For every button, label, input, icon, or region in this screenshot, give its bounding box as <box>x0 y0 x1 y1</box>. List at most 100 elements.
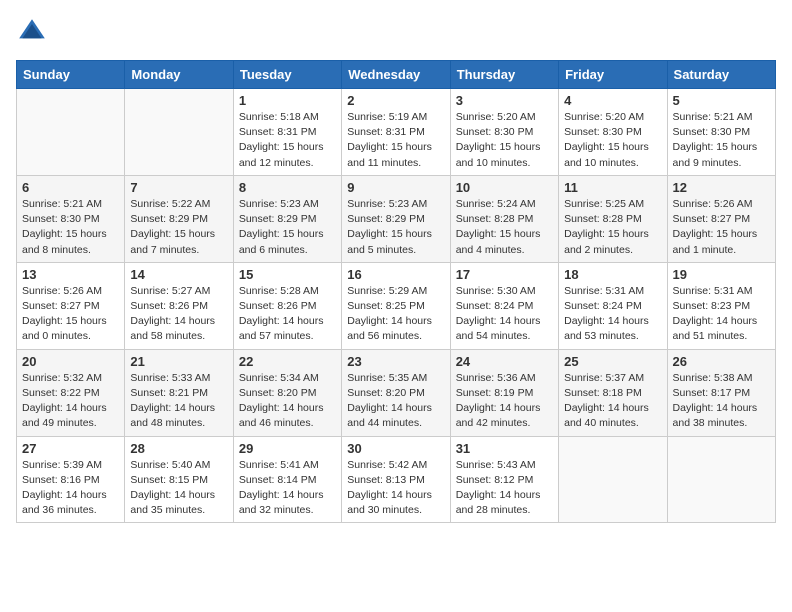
calendar-cell: 24 Sunrise: 5:36 AM Sunset: 8:19 PM Dayli… <box>450 349 558 436</box>
day-info: Sunrise: 5:29 AM Sunset: 8:25 PM Dayligh… <box>347 284 444 345</box>
calendar-cell: 15 Sunrise: 5:28 AM Sunset: 8:26 PM Dayli… <box>233 262 341 349</box>
header <box>16 16 776 48</box>
day-info: Sunrise: 5:26 AM Sunset: 8:27 PM Dayligh… <box>22 284 119 345</box>
day-info: Sunrise: 5:34 AM Sunset: 8:20 PM Dayligh… <box>239 371 336 432</box>
day-number: 20 <box>22 354 119 369</box>
calendar-cell: 7 Sunrise: 5:22 AM Sunset: 8:29 PM Daylig… <box>125 175 233 262</box>
day-number: 9 <box>347 180 444 195</box>
calendar-cell: 10 Sunrise: 5:24 AM Sunset: 8:28 PM Dayli… <box>450 175 558 262</box>
calendar-cell: 17Sunrise: 5:30 AM Sunset: 8:24 PM Dayli… <box>450 262 558 349</box>
calendar-cell <box>667 436 775 523</box>
calendar-cell: 6 Sunrise: 5:21 AM Sunset: 8:30 PM Daylig… <box>17 175 125 262</box>
calendar-cell: 1Sunrise: 5:18 AM Sunset: 8:31 PM Daylig… <box>233 89 341 176</box>
day-number: 10 <box>456 180 553 195</box>
calendar-header-sunday: Sunday <box>17 61 125 89</box>
day-number: 7 <box>130 180 227 195</box>
calendar-cell: 18 Sunrise: 5:31 AM Sunset: 8:24 PM Dayli… <box>559 262 667 349</box>
day-info: Sunrise: 5:37 AM Sunset: 8:18 PM Dayligh… <box>564 371 661 432</box>
calendar-cell: 27Sunrise: 5:39 AM Sunset: 8:16 PM Dayli… <box>17 436 125 523</box>
day-number: 16 <box>347 267 444 282</box>
day-number: 8 <box>239 180 336 195</box>
day-number: 2 <box>347 93 444 108</box>
day-info: Sunrise: 5:38 AM Sunset: 8:17 PM Dayligh… <box>673 371 770 432</box>
calendar-cell: 4 Sunrise: 5:20 AM Sunset: 8:30 PM Daylig… <box>559 89 667 176</box>
calendar-cell: 30 Sunrise: 5:42 AM Sunset: 8:13 PM Dayli… <box>342 436 450 523</box>
calendar-header-row: SundayMondayTuesdayWednesdayThursdayFrid… <box>17 61 776 89</box>
calendar-cell: 9 Sunrise: 5:23 AM Sunset: 8:29 PM Daylig… <box>342 175 450 262</box>
calendar-cell: 22 Sunrise: 5:34 AM Sunset: 8:20 PM Dayli… <box>233 349 341 436</box>
calendar-cell: 21 Sunrise: 5:33 AM Sunset: 8:21 PM Dayli… <box>125 349 233 436</box>
calendar-cell: 19 Sunrise: 5:31 AM Sunset: 8:23 PM Dayli… <box>667 262 775 349</box>
day-info: Sunrise: 5:28 AM Sunset: 8:26 PM Dayligh… <box>239 284 336 345</box>
calendar-cell: 11 Sunrise: 5:25 AM Sunset: 8:28 PM Dayli… <box>559 175 667 262</box>
calendar-cell: 28Sunrise: 5:40 AM Sunset: 8:15 PM Dayli… <box>125 436 233 523</box>
day-info: Sunrise: 5:20 AM Sunset: 8:30 PM Dayligh… <box>456 110 553 171</box>
day-number: 12 <box>673 180 770 195</box>
calendar-week-2: 6 Sunrise: 5:21 AM Sunset: 8:30 PM Daylig… <box>17 175 776 262</box>
day-number: 24 <box>456 354 553 369</box>
day-info: Sunrise: 5:27 AM Sunset: 8:26 PM Dayligh… <box>130 284 227 345</box>
day-info: Sunrise: 5:43 AM Sunset: 8:12 PM Dayligh… <box>456 458 553 519</box>
calendar-cell: 25 Sunrise: 5:37 AM Sunset: 8:18 PM Dayli… <box>559 349 667 436</box>
day-info: Sunrise: 5:19 AM Sunset: 8:31 PM Dayligh… <box>347 110 444 171</box>
calendar-cell: 14 Sunrise: 5:27 AM Sunset: 8:26 PM Dayli… <box>125 262 233 349</box>
day-info: Sunrise: 5:36 AM Sunset: 8:19 PM Dayligh… <box>456 371 553 432</box>
day-info: Sunrise: 5:25 AM Sunset: 8:28 PM Dayligh… <box>564 197 661 258</box>
day-number: 17 <box>456 267 553 282</box>
calendar: SundayMondayTuesdayWednesdayThursdayFrid… <box>16 60 776 523</box>
day-number: 14 <box>130 267 227 282</box>
day-number: 31 <box>456 441 553 456</box>
calendar-cell <box>17 89 125 176</box>
calendar-cell <box>559 436 667 523</box>
day-number: 11 <box>564 180 661 195</box>
calendar-cell: 20Sunrise: 5:32 AM Sunset: 8:22 PM Dayli… <box>17 349 125 436</box>
calendar-cell: 5 Sunrise: 5:21 AM Sunset: 8:30 PM Daylig… <box>667 89 775 176</box>
calendar-cell: 8 Sunrise: 5:23 AM Sunset: 8:29 PM Daylig… <box>233 175 341 262</box>
day-number: 5 <box>673 93 770 108</box>
day-number: 19 <box>673 267 770 282</box>
day-number: 18 <box>564 267 661 282</box>
calendar-cell: 16 Sunrise: 5:29 AM Sunset: 8:25 PM Dayli… <box>342 262 450 349</box>
day-info: Sunrise: 5:21 AM Sunset: 8:30 PM Dayligh… <box>673 110 770 171</box>
calendar-header-thursday: Thursday <box>450 61 558 89</box>
calendar-header-friday: Friday <box>559 61 667 89</box>
day-info: Sunrise: 5:23 AM Sunset: 8:29 PM Dayligh… <box>239 197 336 258</box>
day-number: 23 <box>347 354 444 369</box>
calendar-week-1: 1Sunrise: 5:18 AM Sunset: 8:31 PM Daylig… <box>17 89 776 176</box>
calendar-cell: 23 Sunrise: 5:35 AM Sunset: 8:20 PM Dayli… <box>342 349 450 436</box>
day-info: Sunrise: 5:26 AM Sunset: 8:27 PM Dayligh… <box>673 197 770 258</box>
day-number: 21 <box>130 354 227 369</box>
day-number: 15 <box>239 267 336 282</box>
calendar-cell <box>125 89 233 176</box>
day-info: Sunrise: 5:20 AM Sunset: 8:30 PM Dayligh… <box>564 110 661 171</box>
calendar-cell: 31 Sunrise: 5:43 AM Sunset: 8:12 PM Dayli… <box>450 436 558 523</box>
calendar-week-4: 20Sunrise: 5:32 AM Sunset: 8:22 PM Dayli… <box>17 349 776 436</box>
day-number: 3 <box>456 93 553 108</box>
day-info: Sunrise: 5:21 AM Sunset: 8:30 PM Dayligh… <box>22 197 119 258</box>
calendar-header-tuesday: Tuesday <box>233 61 341 89</box>
day-info: Sunrise: 5:33 AM Sunset: 8:21 PM Dayligh… <box>130 371 227 432</box>
day-info: Sunrise: 5:40 AM Sunset: 8:15 PM Dayligh… <box>130 458 227 519</box>
day-number: 27 <box>22 441 119 456</box>
day-number: 13 <box>22 267 119 282</box>
day-info: Sunrise: 5:31 AM Sunset: 8:24 PM Dayligh… <box>564 284 661 345</box>
day-info: Sunrise: 5:31 AM Sunset: 8:23 PM Dayligh… <box>673 284 770 345</box>
calendar-cell: 13 Sunrise: 5:26 AM Sunset: 8:27 PM Dayli… <box>17 262 125 349</box>
calendar-cell: 2 Sunrise: 5:19 AM Sunset: 8:31 PM Daylig… <box>342 89 450 176</box>
day-number: 22 <box>239 354 336 369</box>
calendar-week-3: 13 Sunrise: 5:26 AM Sunset: 8:27 PM Dayli… <box>17 262 776 349</box>
day-number: 25 <box>564 354 661 369</box>
day-info: Sunrise: 5:42 AM Sunset: 8:13 PM Dayligh… <box>347 458 444 519</box>
day-number: 1 <box>239 93 336 108</box>
day-number: 4 <box>564 93 661 108</box>
day-info: Sunrise: 5:41 AM Sunset: 8:14 PM Dayligh… <box>239 458 336 519</box>
calendar-cell: 12 Sunrise: 5:26 AM Sunset: 8:27 PM Dayli… <box>667 175 775 262</box>
day-info: Sunrise: 5:24 AM Sunset: 8:28 PM Dayligh… <box>456 197 553 258</box>
day-number: 6 <box>22 180 119 195</box>
calendar-week-5: 27Sunrise: 5:39 AM Sunset: 8:16 PM Dayli… <box>17 436 776 523</box>
day-number: 30 <box>347 441 444 456</box>
calendar-cell: 3 Sunrise: 5:20 AM Sunset: 8:30 PM Daylig… <box>450 89 558 176</box>
day-info: Sunrise: 5:22 AM Sunset: 8:29 PM Dayligh… <box>130 197 227 258</box>
day-info: Sunrise: 5:23 AM Sunset: 8:29 PM Dayligh… <box>347 197 444 258</box>
day-info: Sunrise: 5:35 AM Sunset: 8:20 PM Dayligh… <box>347 371 444 432</box>
